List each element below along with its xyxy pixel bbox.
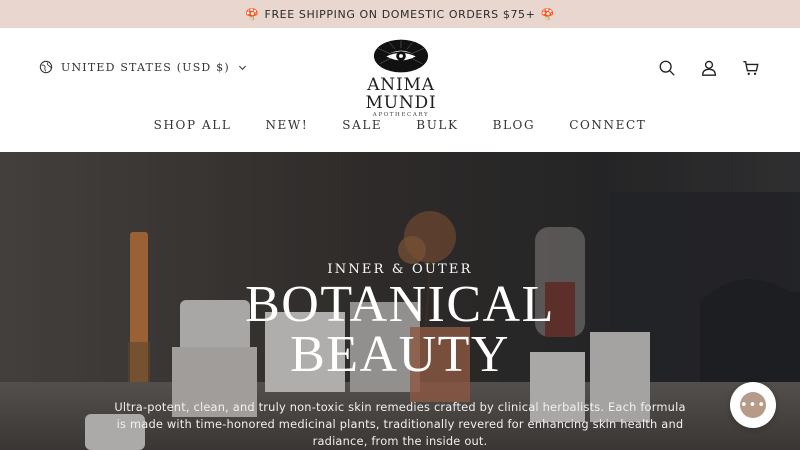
hero-description: Ultra-potent, clean, and truly non-toxic… (114, 400, 686, 448)
nav-item-blog[interactable]: BLOG (493, 118, 536, 132)
nav-item-bulk[interactable]: BULK (416, 118, 458, 132)
account-icon[interactable] (700, 59, 718, 77)
nav-item-new[interactable]: NEW! (265, 118, 308, 132)
eye-logo-icon (373, 39, 429, 73)
site-header: UNITED STATES (USD $) ANIMA MUNDI APOTHE… (0, 28, 800, 152)
main-nav: SHOP ALL NEW! SALE BULK BLOG CONNECT (0, 118, 800, 132)
hero-title-line-1: BOTANICAL (245, 276, 555, 333)
hero-banner: INNER & OUTER BOTANICAL BEAUTY Ultra-pot… (0, 152, 800, 450)
hero-title: BOTANICAL BEAUTY (0, 276, 800, 383)
country-selector-label: UNITED STATES (USD $) (61, 60, 230, 74)
nav-item-connect[interactable]: CONNECT (569, 118, 646, 132)
globe-icon (39, 60, 53, 74)
mushroom-icon: 🍄 (540, 7, 555, 21)
chat-widget-button[interactable]: ••• (730, 382, 776, 428)
cart-icon[interactable] (742, 59, 760, 77)
chevron-down-icon (238, 65, 246, 70)
nav-item-shop-all[interactable]: SHOP ALL (154, 118, 232, 132)
announcement-text: FREE SHIPPING ON DOMESTIC ORDERS $75+ (264, 7, 536, 21)
header-actions (634, 59, 760, 77)
chat-bubble-icon: ••• (740, 392, 766, 418)
search-icon[interactable] (658, 59, 676, 77)
hero-eyebrow: INNER & OUTER (327, 262, 473, 277)
country-selector[interactable]: UNITED STATES (USD $) (39, 60, 247, 74)
nav-item-sale[interactable]: SALE (342, 118, 382, 132)
hero-title-line-2: BEAUTY (290, 326, 510, 383)
announcement-bar: 🍄 FREE SHIPPING ON DOMESTIC ORDERS $75+ … (0, 0, 800, 28)
brand-name: ANIMA MUNDI (365, 75, 437, 113)
brand-logo[interactable]: ANIMA MUNDI APOTHECARY (330, 38, 472, 118)
mushroom-icon: 🍄 (245, 7, 260, 21)
